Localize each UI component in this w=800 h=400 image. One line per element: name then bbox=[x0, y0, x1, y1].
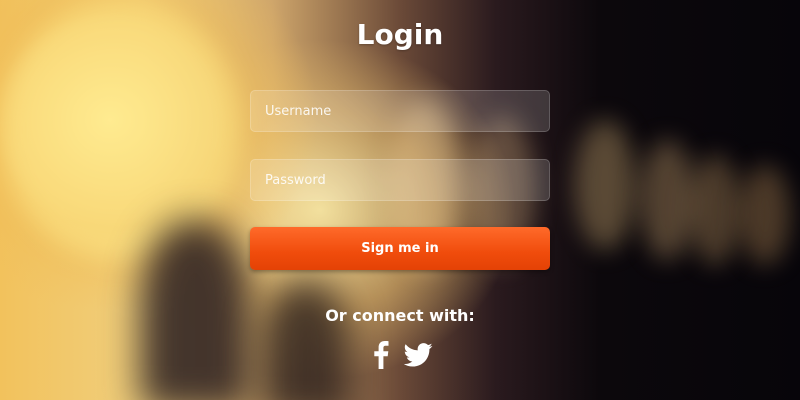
login-panel: Login Sign me in Or connect with: bbox=[0, 0, 800, 400]
password-input[interactable] bbox=[250, 159, 550, 201]
twitter-icon bbox=[403, 343, 433, 371]
twitter-link[interactable] bbox=[402, 340, 434, 374]
page-title: Login bbox=[356, 18, 444, 51]
facebook-icon bbox=[373, 341, 389, 373]
username-input[interactable] bbox=[250, 90, 550, 132]
sign-in-button[interactable]: Sign me in bbox=[250, 227, 550, 270]
social-connect-label: Or connect with: bbox=[325, 306, 475, 325]
facebook-link[interactable] bbox=[368, 340, 394, 374]
